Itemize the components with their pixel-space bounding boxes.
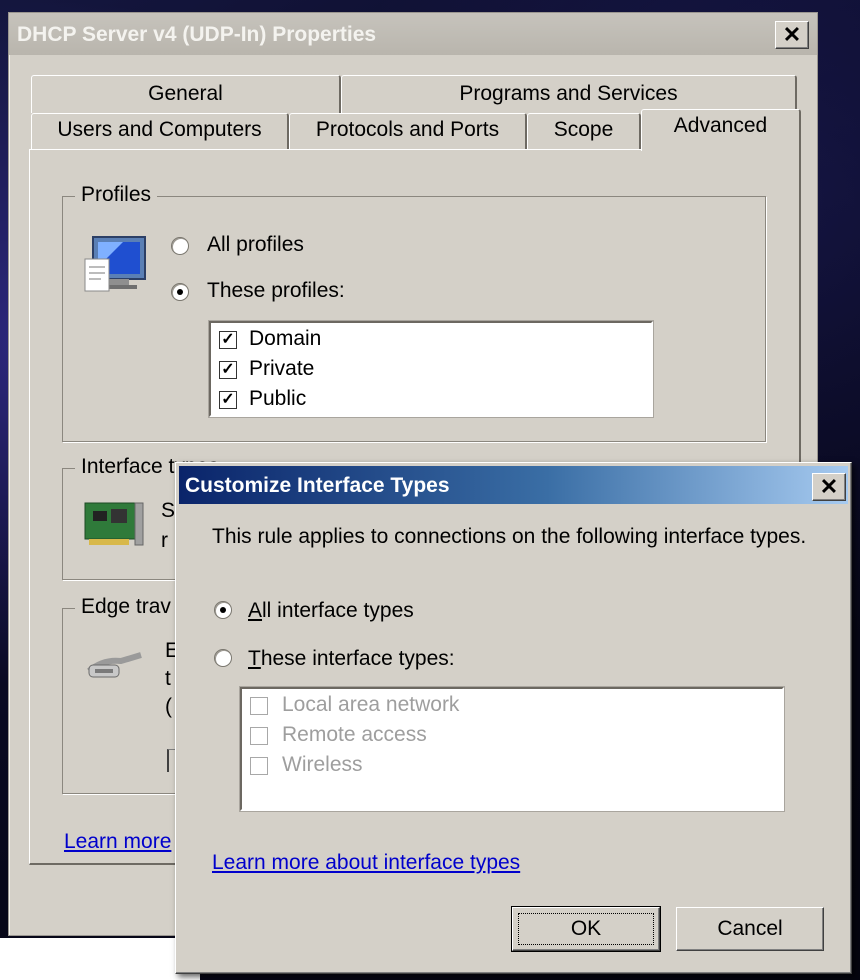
all-profiles-label: All profiles <box>207 233 304 256</box>
tab-protocols-and-ports[interactable]: Protocols and Ports <box>289 113 527 149</box>
dialog-close-button[interactable]: ✕ <box>812 473 846 501</box>
dialog-description: This rule applies to connections on the … <box>212 525 807 548</box>
these-interface-types-radio[interactable] <box>214 649 232 667</box>
dialog-title: Customize Interface Types <box>185 474 450 497</box>
cancel-label: Cancel <box>717 917 783 940</box>
properties-titlebar[interactable]: DHCP Server v4 (UDP-In) Properties ✕ <box>9 13 817 55</box>
tab-protocols-label: Protocols and Ports <box>315 118 500 141</box>
all-interface-types-radio[interactable] <box>214 601 232 619</box>
private-checkbox[interactable]: ✓ <box>219 361 237 379</box>
cancel-button[interactable]: Cancel <box>676 907 824 951</box>
interface-types-list[interactable]: Local area network Remote access Wireles… <box>239 686 785 812</box>
tab-advanced[interactable]: Advanced <box>641 109 801 151</box>
desktop-strip <box>0 938 200 980</box>
ok-label: OK <box>570 917 602 940</box>
learn-more-interface-types-link[interactable]: Learn more about interface types <box>212 851 520 875</box>
wireless-checkbox[interactable] <box>250 757 268 775</box>
these-profiles-label: These profiles: <box>207 279 345 302</box>
remote-access-label: Remote access <box>282 723 427 746</box>
interface-desc-partial-1: S <box>161 499 176 522</box>
close-icon: ✕ <box>782 22 802 47</box>
edge-desc-partial-2: t <box>165 667 171 690</box>
tab-scope-label: Scope <box>553 118 614 141</box>
public-checkbox[interactable]: ✓ <box>219 391 237 409</box>
profiles-group: Profiles All profiles These profiles: ✓ … <box>62 183 766 442</box>
monitor-profile-icon <box>83 233 151 300</box>
edge-traversal-group-label: Edge trav <box>75 595 177 619</box>
tab-general[interactable]: General <box>31 75 341 113</box>
tab-general-label: General <box>148 82 223 105</box>
all-interface-types-label: All interface types <box>248 599 414 622</box>
close-button[interactable]: ✕ <box>775 21 809 49</box>
learn-more-profiles-link[interactable]: Learn more <box>64 830 171 854</box>
all-profiles-radio[interactable] <box>171 237 189 255</box>
domain-label: Domain <box>249 327 322 350</box>
wireless-label: Wireless <box>282 753 363 776</box>
window-title: DHCP Server v4 (UDP-In) Properties <box>17 23 377 46</box>
profiles-list[interactable]: ✓ Domain ✓ Private ✓ Public <box>208 320 654 418</box>
remote-access-checkbox[interactable] <box>250 727 268 745</box>
local-area-network-label: Local area network <box>282 693 460 716</box>
tab-users-and-computers[interactable]: Users and Computers <box>31 113 289 149</box>
public-label: Public <box>249 387 307 410</box>
close-icon: ✕ <box>819 474 839 499</box>
tab-users-label: Users and Computers <box>57 118 262 141</box>
tab-advanced-label: Advanced <box>673 114 768 137</box>
tab-scope[interactable]: Scope <box>527 113 641 149</box>
these-interface-types-label: These interface types: <box>248 647 455 670</box>
network-card-icon <box>83 497 147 556</box>
customize-interface-types-dialog: Customize Interface Types ✕ This rule ap… <box>175 462 852 974</box>
cable-plug-icon <box>87 645 153 690</box>
tab-programs-label: Programs and Services <box>459 82 678 105</box>
private-label: Private <box>249 357 315 380</box>
domain-checkbox[interactable]: ✓ <box>219 331 237 349</box>
local-area-network-checkbox[interactable] <box>250 697 268 715</box>
these-profiles-radio[interactable] <box>171 283 189 301</box>
profiles-group-label: Profiles <box>75 183 158 207</box>
dialog-titlebar[interactable]: Customize Interface Types <box>179 466 848 504</box>
interface-desc-partial-2: r <box>161 529 168 552</box>
tab-programs-and-services[interactable]: Programs and Services <box>341 75 797 113</box>
edge-desc-partial-3: ( <box>165 695 172 718</box>
ok-button[interactable]: OK <box>511 906 661 952</box>
